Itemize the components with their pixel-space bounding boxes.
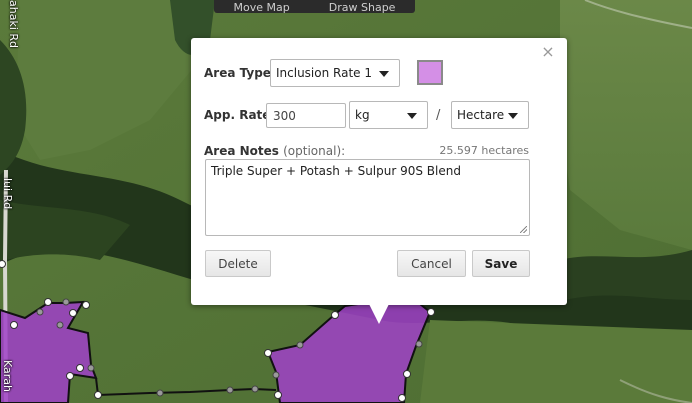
road-label: Karah [1,360,14,392]
area-notes-title: Area Notes [204,144,279,158]
area-size-readout: 25.597 hectares [439,144,529,157]
area-notes-optional: (optional): [283,144,346,158]
area-type-label: Area Type: [204,66,276,80]
area-edit-popup: × Area Type: Inclusion Rate 1 App. Rate:… [191,38,567,324]
app-rate-label: App. Rate: [204,108,276,122]
area-color-swatch[interactable] [417,60,443,85]
road-label: lui Rd [1,178,14,210]
area-notes-text: Triple Super + Potash + Sulpur 90S Blend [211,164,461,178]
cancel-button[interactable]: Cancel [397,250,466,277]
unit-value: kg [355,108,370,122]
per-unit-value: Hectare [457,108,505,122]
area-type-select[interactable]: Inclusion Rate 1 [270,59,400,87]
draw-shape-button[interactable]: Draw Shape [329,2,396,13]
close-icon[interactable]: × [541,44,555,60]
chevron-down-icon [379,71,389,77]
area-notes-textarea[interactable]: Triple Super + Potash + Sulpur 90S Blend [205,159,530,236]
app-rate-input[interactable]: 300 [266,103,346,128]
per-divider: / [436,108,441,123]
resize-handle-icon[interactable] [520,226,527,233]
delete-button[interactable]: Delete [205,250,271,277]
chevron-down-icon [407,113,417,119]
chevron-down-icon [508,113,518,119]
popup-pointer [369,304,389,324]
road-label: ahaki Rd [7,0,20,49]
unit-select[interactable]: kg [349,101,428,129]
move-map-button[interactable]: Move Map [234,2,290,13]
area-notes-label: Area Notes (optional): [204,144,345,158]
area-type-value: Inclusion Rate 1 [276,66,372,80]
map-toolbar: Move Map Draw Shape [214,0,415,13]
per-unit-select[interactable]: Hectare [451,101,529,129]
save-button[interactable]: Save [472,250,530,277]
